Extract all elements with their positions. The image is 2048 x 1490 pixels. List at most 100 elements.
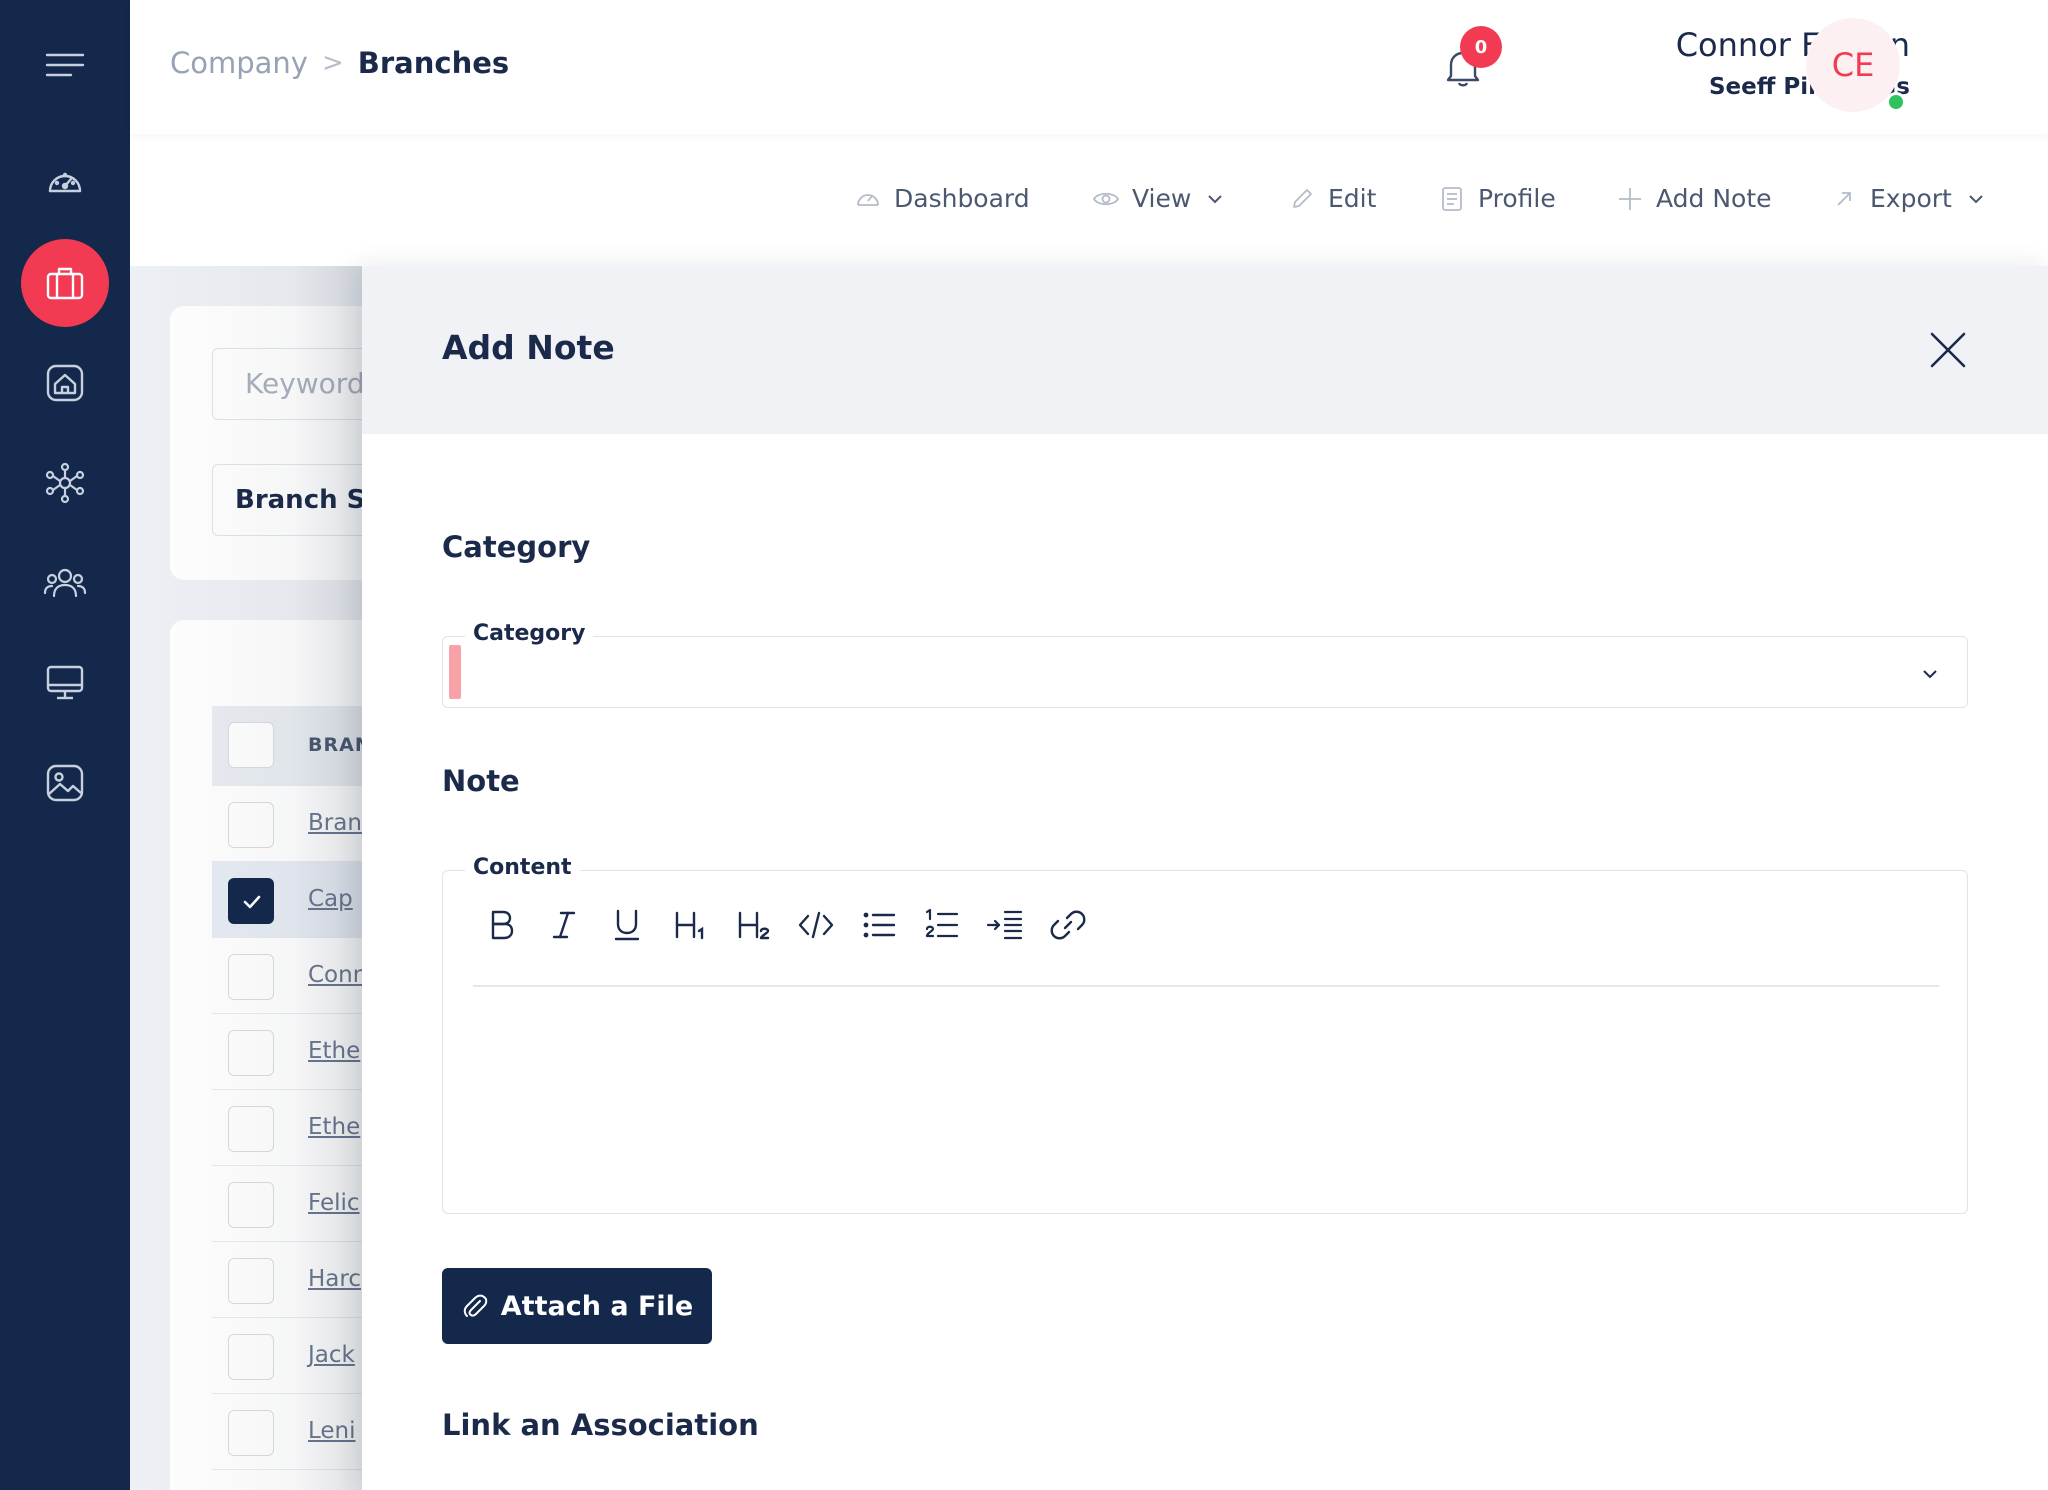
breadcrumb-company[interactable]: Company <box>170 46 308 80</box>
bold-icon <box>491 910 514 940</box>
sidebar-item-dashboard[interactable] <box>0 138 130 228</box>
image-icon <box>46 764 84 802</box>
category-section-title: Category <box>442 530 591 564</box>
numbered-list-button[interactable] <box>918 901 966 949</box>
sidebar-item-users[interactable] <box>0 538 130 628</box>
branch-link[interactable]: Felic <box>308 1190 360 1216</box>
branch-link[interactable]: Jack <box>308 1342 355 1368</box>
sidebar-item-network[interactable] <box>0 438 130 528</box>
note-content-editor-area[interactable] <box>473 993 1939 1193</box>
menu-toggle-button[interactable] <box>0 20 130 110</box>
drawer-header: Add Note <box>362 266 2048 434</box>
branch-link[interactable]: Ethe <box>308 1114 360 1140</box>
italic-icon <box>552 911 576 939</box>
heading-2-icon <box>738 911 770 940</box>
branch-link[interactable]: Leni <box>308 1418 356 1444</box>
online-status-indicator <box>1886 92 1906 112</box>
toolbar-add-note-label: Add Note <box>1656 184 1772 213</box>
branch-link[interactable]: Harc <box>308 1266 361 1292</box>
drawer-title: Add Note <box>442 328 615 367</box>
note-section-title: Note <box>442 764 520 798</box>
breadcrumb-current: Branches <box>357 46 510 80</box>
heading-1-icon <box>675 911 704 940</box>
row-checkbox[interactable] <box>228 1258 274 1304</box>
plus-icon <box>1619 187 1641 210</box>
italic-button[interactable] <box>540 901 588 949</box>
row-checkbox[interactable] <box>228 1182 274 1228</box>
users-icon <box>43 568 87 598</box>
link-button[interactable] <box>1044 901 1092 949</box>
row-checkbox[interactable] <box>228 954 274 1000</box>
network-icon <box>45 462 85 504</box>
link-icon <box>1050 910 1086 940</box>
category-field-label: Category <box>465 621 594 646</box>
toolbar-dashboard-button[interactable]: Dashboard <box>854 184 1030 213</box>
code-icon <box>798 911 834 939</box>
toolbar-export-dropdown[interactable]: Export <box>1830 184 1986 213</box>
content-editor: Content <box>442 855 1968 1214</box>
editor-toolbar <box>477 901 1107 949</box>
close-drawer-button[interactable] <box>1922 324 1974 376</box>
attach-file-button[interactable]: Attach a File <box>442 1268 712 1344</box>
branch-link[interactable]: Conr <box>308 962 362 988</box>
dashboard-icon <box>857 193 879 206</box>
sidebar <box>0 0 130 1490</box>
branch-link[interactable]: Bran <box>308 810 362 836</box>
bullet-list-icon <box>863 912 896 938</box>
underline-icon <box>614 909 640 941</box>
bullet-list-button[interactable] <box>855 901 903 949</box>
toolbar-view-label: View <box>1132 184 1192 213</box>
toolbar-view-dropdown[interactable]: View <box>1092 184 1225 213</box>
bold-button[interactable] <box>477 901 525 949</box>
indent-button[interactable] <box>981 901 1029 949</box>
sidebar-item-branches[interactable] <box>0 238 130 328</box>
sidebar-item-devices[interactable] <box>0 638 130 728</box>
row-checkbox[interactable] <box>228 802 274 848</box>
row-checkbox[interactable] <box>228 1334 274 1380</box>
row-checkbox[interactable] <box>228 1410 274 1456</box>
sidebar-item-properties[interactable] <box>0 338 130 428</box>
numbered-list-icon <box>925 908 959 938</box>
row-checkbox[interactable] <box>228 1106 274 1152</box>
breadcrumb-separator: > <box>321 48 344 78</box>
category-select[interactable]: Category <box>442 621 1968 708</box>
select-all-checkbox[interactable] <box>228 722 274 768</box>
pencil-icon <box>1293 188 1312 208</box>
required-indicator <box>449 645 461 699</box>
heading-2-button[interactable] <box>729 901 777 949</box>
row-checkbox[interactable] <box>228 1030 274 1076</box>
toolbar-edit-button[interactable]: Edit <box>1288 184 1376 213</box>
content-field-label: Content <box>465 855 580 880</box>
toolbar-profile-button[interactable]: Profile <box>1438 184 1556 213</box>
dashboard-icon <box>48 172 82 193</box>
home-icon <box>46 364 84 402</box>
row-checkbox[interactable] <box>228 878 274 924</box>
toolbar-export-label: Export <box>1870 184 1952 213</box>
check-icon <box>243 895 261 909</box>
toolbar-add-note-button[interactable]: Add Note <box>1616 184 1772 213</box>
toolbar-profile-label: Profile <box>1478 184 1556 213</box>
add-note-drawer: Add Note Category Category Note Content <box>362 266 2048 1490</box>
briefcase-icon <box>46 267 84 300</box>
monitor-icon <box>46 665 84 700</box>
document-icon <box>1442 186 1462 211</box>
toolbar-edit-label: Edit <box>1328 184 1377 213</box>
sidebar-active-indicator <box>21 239 109 327</box>
branch-link[interactable]: Cap <box>308 886 353 912</box>
chevron-down-icon <box>1923 670 1937 679</box>
close-icon <box>1930 332 1966 368</box>
sidebar-item-gallery[interactable] <box>0 738 130 828</box>
action-toolbar: Dashboard View Edit Profile Add Note Exp… <box>130 134 2048 266</box>
menu-icon <box>45 53 85 77</box>
notification-count-badge: 0 <box>1460 26 1502 68</box>
branch-link[interactable]: Ethe <box>308 1038 360 1064</box>
chevron-down-icon <box>1208 194 1223 203</box>
top-header: Company > Branches <box>130 0 2048 134</box>
chevron-down-icon <box>1969 194 1983 203</box>
link-association-section-title: Link an Association <box>442 1408 759 1442</box>
heading-1-button[interactable] <box>666 901 714 949</box>
breadcrumb: Company > Branches <box>170 46 509 80</box>
underline-button[interactable] <box>603 901 651 949</box>
code-button[interactable] <box>792 901 840 949</box>
editor-divider <box>473 985 1939 987</box>
